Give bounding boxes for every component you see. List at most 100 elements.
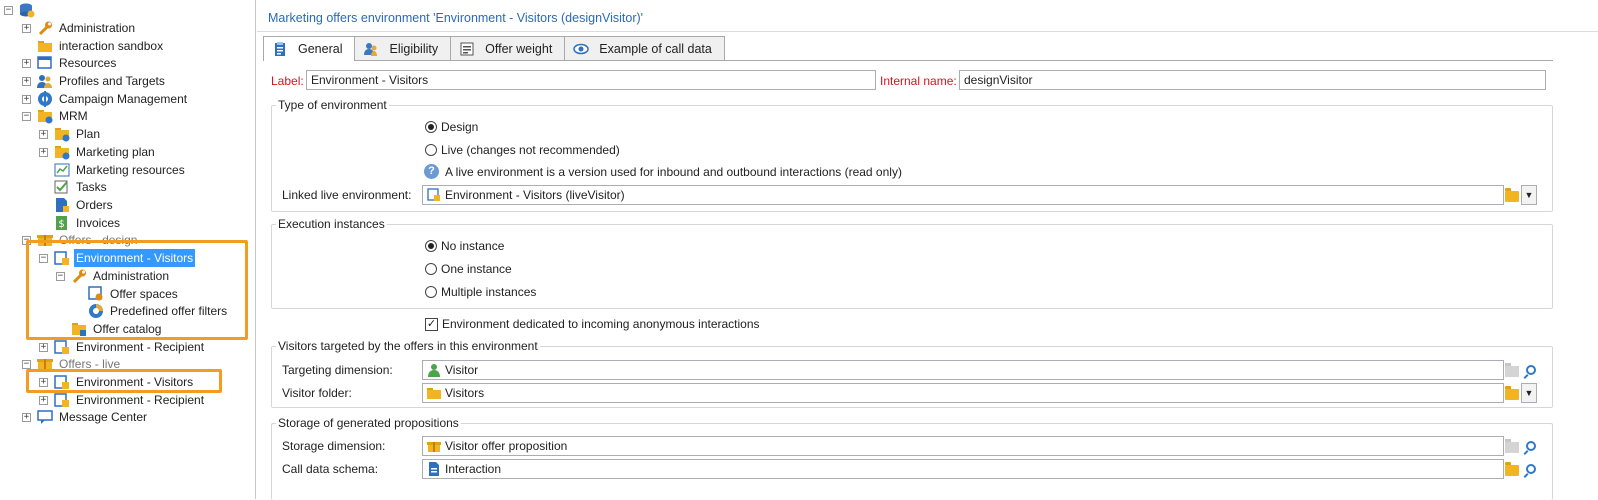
tab-bar: General Eligibility Offer weight Example…: [263, 36, 725, 61]
tree-item-label: Administration: [59, 21, 136, 35]
checkbox[interactable]: ✓: [425, 317, 438, 331]
tree-item[interactable]: $ Invoices: [39, 214, 122, 232]
radio-button[interactable]: [425, 240, 437, 252]
internal-name-field[interactable]: designVisitor: [959, 70, 1546, 90]
radio-button[interactable]: [425, 144, 437, 156]
tree-item-label: interaction sandbox: [59, 39, 164, 53]
search-icon[interactable]: [1523, 361, 1539, 379]
plan-folder-icon: [54, 126, 70, 142]
radio-multiple-instances[interactable]: Multiple instances: [425, 285, 536, 299]
environment-icon: [54, 339, 70, 355]
radio-one-instance[interactable]: One instance: [425, 262, 512, 276]
tree-item[interactable]: Tasks: [39, 178, 109, 196]
tree-item[interactable]: + Resources: [22, 54, 118, 72]
radio-button[interactable]: [425, 121, 437, 133]
tree-item[interactable]: + Environment - Recipient: [39, 391, 206, 409]
tree-item-label: Marketing plan: [76, 145, 155, 159]
expand-icon[interactable]: +: [39, 342, 48, 352]
label-field[interactable]: Environment - Visitors: [306, 70, 876, 90]
visitor-icon: [428, 363, 440, 377]
tree-item-label: Invoices: [76, 216, 121, 230]
live-environment-info: ? A live environment is a version used f…: [424, 164, 902, 179]
tree-item[interactable]: −: [4, 1, 43, 19]
tree-item[interactable]: Orders: [39, 196, 115, 214]
targeting-dimension-field[interactable]: Visitor: [422, 360, 1504, 380]
tab-general[interactable]: General: [263, 36, 356, 61]
folder-icon[interactable]: [1504, 460, 1520, 478]
call-data-schema-field[interactable]: Interaction: [422, 459, 1504, 479]
chart-icon: [54, 162, 70, 178]
search-icon[interactable]: [1523, 460, 1539, 478]
radio-live[interactable]: Live (changes not recommended): [425, 143, 620, 157]
anonymous-interactions-checkbox[interactable]: ✓ Environment dedicated to incoming anon…: [425, 317, 760, 331]
info-icon: ?: [424, 164, 439, 179]
expand-icon[interactable]: +: [39, 395, 48, 405]
visitor-folder-caption: Visitor folder:: [282, 386, 352, 400]
eye-icon: [573, 41, 590, 57]
tree-item-label: Tasks: [76, 180, 107, 194]
expand-icon[interactable]: +: [22, 76, 31, 86]
execution-instances-group: Execution instances No instance One inst…: [271, 217, 1553, 309]
radio-button[interactable]: [425, 286, 437, 298]
expand-icon[interactable]: +: [22, 412, 31, 422]
tree-spacer: [39, 165, 48, 175]
tree-spacer: [39, 200, 48, 210]
linked-live-environment-caption: Linked live environment:: [282, 188, 412, 202]
storage-dimension-field[interactable]: Visitor offer proposition: [422, 436, 1504, 456]
tree-item[interactable]: − MRM: [22, 107, 90, 125]
linked-live-environment-field[interactable]: Environment - Visitors (liveVisitor): [422, 185, 1504, 205]
tree-item[interactable]: + Plan: [39, 125, 102, 143]
orders-icon: [54, 197, 70, 213]
tree-item[interactable]: + Profiles and Targets: [22, 72, 167, 90]
folder-disabled-icon: [1504, 437, 1520, 455]
expand-icon[interactable]: +: [39, 129, 48, 139]
tree-item[interactable]: + Administration: [22, 19, 137, 37]
general-tab-panel: Label: Environment - Visitors Internal n…: [263, 60, 1553, 500]
tree-item-label: Orders: [76, 198, 113, 212]
users-icon: [363, 41, 379, 57]
visitor-folder-field[interactable]: Visitors: [422, 383, 1504, 403]
tree-item-label: Marketing resources: [76, 163, 185, 177]
highlight-box-design: [26, 240, 248, 340]
tree-item[interactable]: + Campaign Management: [22, 90, 189, 108]
highlight-box-live: [26, 369, 222, 393]
radio-no-instance[interactable]: No instance: [425, 239, 504, 253]
tree-item[interactable]: + Marketing plan: [39, 143, 157, 161]
expand-icon[interactable]: +: [22, 23, 31, 33]
execution-instances-legend: Execution instances: [276, 217, 387, 231]
profiles-icon: [37, 73, 53, 89]
tree-item[interactable]: + Message Center: [22, 408, 149, 426]
collapse-icon[interactable]: −: [22, 111, 31, 121]
chevron-down-icon[interactable]: ▼: [1521, 383, 1537, 403]
storage-dimension-caption: Storage dimension:: [282, 439, 386, 453]
tree-item-label: MRM: [59, 109, 88, 123]
tab-eligibility[interactable]: Eligibility: [354, 36, 452, 60]
radio-design[interactable]: Design: [425, 120, 478, 134]
collapse-icon[interactable]: −: [22, 359, 31, 369]
svg-text:$: $: [58, 219, 64, 230]
tree-item-label: Profiles and Targets: [59, 74, 165, 88]
tree-item-label: Environment - Recipient: [76, 340, 205, 354]
chevron-down-icon[interactable]: ▼: [1521, 185, 1537, 205]
search-icon[interactable]: [1523, 437, 1539, 455]
folder-icon[interactable]: [1504, 384, 1520, 402]
page-title: Marketing offers environment 'Environmen…: [257, 0, 1598, 32]
internal-name-caption: Internal name:: [880, 74, 957, 88]
expand-icon[interactable]: +: [22, 58, 31, 68]
tree-item-label: Plan: [76, 127, 101, 141]
visitors-targeted-legend: Visitors targeted by the offers in this …: [276, 339, 540, 353]
expand-icon[interactable]: +: [39, 147, 48, 157]
tab-offer-weight[interactable]: Offer weight: [450, 36, 566, 60]
tree-item[interactable]: interaction sandbox: [22, 37, 165, 55]
folder-icon[interactable]: [1504, 186, 1520, 204]
targeting-dimension-caption: Targeting dimension:: [282, 363, 393, 377]
radio-button[interactable]: [425, 263, 437, 275]
wrench-icon: [37, 20, 53, 36]
visitors-targeted-group: Visitors targeted by the offers in this …: [271, 339, 1553, 408]
tree-item[interactable]: Marketing resources: [39, 161, 187, 179]
clipboard-icon: [272, 41, 288, 57]
expand-icon[interactable]: +: [22, 94, 31, 104]
tab-example-call-data[interactable]: Example of call data: [564, 36, 725, 60]
collapse-icon[interactable]: −: [4, 5, 13, 15]
tree-item[interactable]: + Environment - Recipient: [39, 338, 206, 356]
